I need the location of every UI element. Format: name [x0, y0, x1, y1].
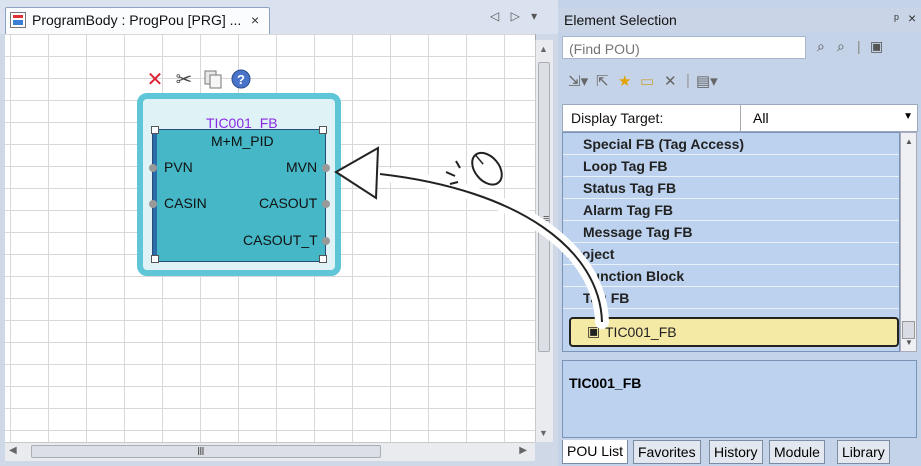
mouse-icon [471, 151, 503, 186]
drag-arrow-head [334, 146, 380, 200]
drag-arrow-overlay [334, 146, 609, 329]
